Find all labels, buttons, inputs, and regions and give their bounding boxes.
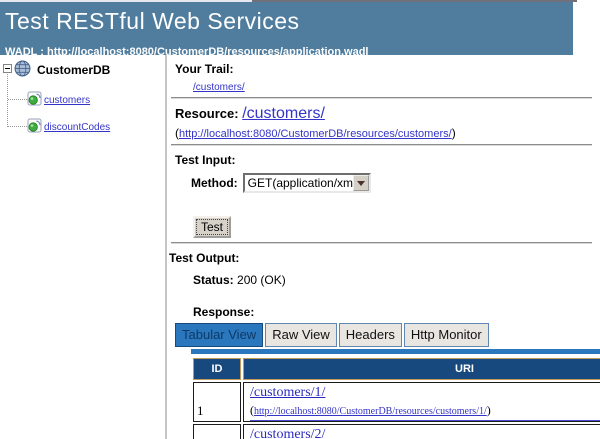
sidebar-item-customers[interactable]: customers	[44, 95, 90, 106]
tab-underline-bar	[191, 349, 600, 354]
test-button[interactable]: Test	[193, 216, 231, 238]
customer-1-url-line: (http://localhost:8080/CustomerDB/resour…	[250, 403, 600, 421]
wadl-link[interactable]: http://localhost:8080/CustomerDB/resourc…	[47, 46, 369, 55]
header-banner: Test RESTful Web Services WADL : http://…	[0, 2, 573, 55]
customer-2-link[interactable]: /customers/2/	[250, 427, 325, 439]
table-row: 2 /customers/2/ (http://localhost:8080/C…	[193, 424, 600, 439]
tree-connector	[8, 126, 27, 127]
sidebar-item-discountcodes[interactable]: discountCodes	[44, 122, 110, 133]
response-table: ID URI 1 /customers/1/ (http://localhost…	[191, 356, 600, 439]
resource-link[interactable]: /customers/	[242, 105, 325, 122]
divider	[171, 144, 592, 146]
tree-collapse-toggle-icon[interactable]	[3, 64, 12, 73]
tab-raw-view[interactable]: Raw View	[265, 323, 337, 347]
divider	[171, 97, 592, 99]
method-select[interactable]: GET(application/xml)	[242, 173, 371, 193]
customer-1-full-url-link[interactable]: http://localhost:8080/CustomerDB/resourc…	[254, 406, 487, 417]
paren-close: )	[451, 126, 456, 140]
tab-headers[interactable]: Headers	[338, 323, 402, 347]
tab-http-monitor[interactable]: Http Monitor	[403, 323, 489, 347]
status-label: Status:	[193, 273, 234, 287]
test-content-frame: Your Trail: /customers/ Resource: /custo…	[169, 55, 600, 439]
globe-icon	[14, 60, 31, 82]
row-uri-cell: /customers/2/ (http://localhost:8080/Cus…	[243, 424, 600, 439]
response-tabs: Tabular View Raw View Headers Http Monit…	[175, 323, 600, 347]
test-output-heading: Test Output:	[169, 251, 240, 265]
customer-1-link[interactable]: /customers/1/	[250, 385, 325, 400]
tree-connector	[8, 99, 27, 100]
test-restful-page: Test RESTful Web Services WADL : http://…	[0, 0, 600, 439]
column-header-id: ID	[193, 358, 241, 380]
resource-node-icon	[27, 91, 42, 111]
resource-full-url-link[interactable]: http://localhost:8080/CustomerDB/resourc…	[179, 128, 452, 140]
row-id-cell: 1	[193, 382, 241, 422]
paren-close: )	[486, 403, 491, 417]
wadl-line: WADL : http://localhost:8080/CustomerDB/…	[5, 46, 368, 55]
trail-customers-link[interactable]: /customers/	[193, 82, 245, 93]
status-value: 200 (OK)	[237, 273, 286, 287]
table-header-row: ID URI	[193, 358, 600, 380]
test-input-heading: Test Input:	[175, 153, 236, 167]
tree-connector-vertical	[7, 74, 8, 127]
method-selected-value: GET(application/xml)	[247, 176, 360, 190]
tree-root-customerdb: CustomerDB	[37, 63, 111, 77]
column-header-uri: URI	[243, 358, 600, 380]
your-trail-heading: Your Trail:	[175, 62, 234, 76]
resource-tree: CustomerDB customers discountCodes	[0, 55, 167, 439]
resource-heading: Resource:	[175, 106, 239, 121]
status-row: Status: 200 (OK)	[193, 273, 600, 287]
response-label: Response:	[193, 305, 255, 319]
page-title: Test RESTful Web Services	[5, 8, 300, 34]
divider	[171, 242, 592, 244]
row-uri-cell: /customers/1/ (http://localhost:8080/Cus…	[243, 382, 600, 422]
table-row: 1 /customers/1/ (http://localhost:8080/C…	[193, 382, 600, 422]
resource-node-icon	[27, 118, 42, 138]
method-label: Method:	[191, 176, 238, 190]
row-id-cell: 2	[193, 424, 241, 439]
wadl-label: WADL :	[5, 46, 44, 55]
tab-tabular-view[interactable]: Tabular View	[175, 323, 264, 347]
resource-url-line: (http://localhost:8080/CustomerDB/resour…	[175, 126, 600, 140]
dropdown-arrow-icon[interactable]	[352, 175, 369, 191]
